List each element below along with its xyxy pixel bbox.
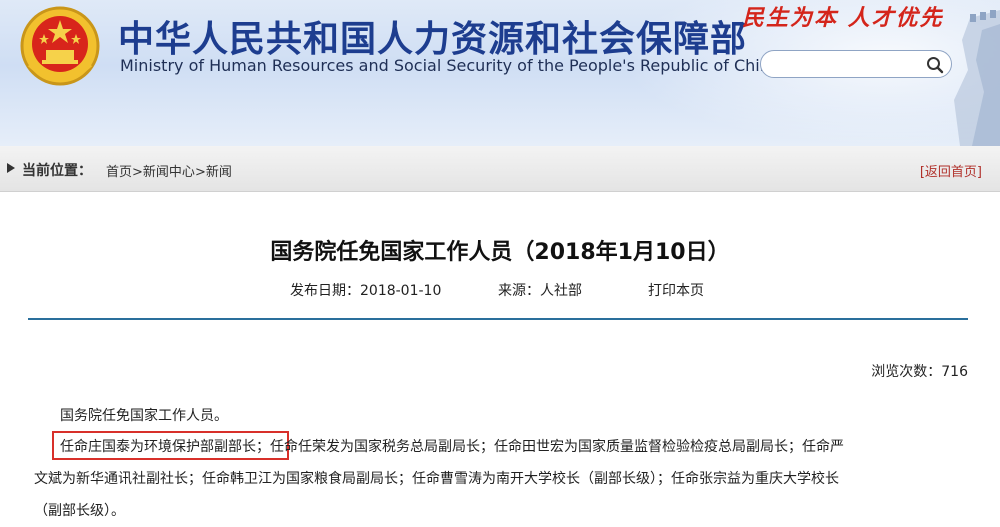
site-title-chinese: 中华人民共和国人力资源和社会保障部 <box>118 19 748 60</box>
publish-date-label: 发布日期： <box>290 283 360 299</box>
publish-date: 发布日期：2018-01-10 <box>290 280 441 300</box>
source-value: 人社部 <box>540 283 582 299</box>
article-line-1: 任命庄国泰为环境保护部副部长；任命任荣发为国家税务总局副局长；任命田世宏为国家质… <box>60 436 844 456</box>
breadcrumb-home-link[interactable]: 首页 <box>106 165 132 180</box>
header-banner: 中华人民共和国人力资源和社会保障部 Ministry of Human Reso… <box>0 0 1000 146</box>
search-input[interactable] <box>773 55 923 73</box>
breadcrumb-separator: > <box>194 165 206 180</box>
search-box <box>760 50 952 78</box>
triangle-right-icon <box>7 163 15 173</box>
article-source: 来源：人社部 <box>498 280 582 300</box>
view-count-label: 浏览次数： <box>871 364 942 380</box>
highlighted-appointment: 任命庄国泰为环境保护部副部长 <box>60 439 256 455</box>
breadcrumb-news-center-link[interactable]: 新闻中心 <box>143 165 195 180</box>
national-emblem-icon <box>20 6 100 86</box>
article-line-3: （副部长级）。 <box>34 503 125 519</box>
slogan: 民生为本 人才优先 <box>742 5 944 31</box>
view-count-value: 716 <box>941 364 968 380</box>
site-title-english: Ministry of Human Resources and Social S… <box>120 56 780 75</box>
breadcrumb-news-link[interactable]: 新闻 <box>206 165 232 180</box>
view-count: 浏览次数：716 <box>871 361 968 381</box>
breadcrumb-separator: > <box>132 165 143 180</box>
article-line-1-rest: ；任命任荣发为国家税务总局副局长；任命田世宏为国家质量监督检验检疫总局副局长；任… <box>256 439 844 455</box>
breadcrumb-bar: 当前位置： 首页>新闻中心>新闻 [返回首页] <box>0 146 1000 192</box>
breadcrumb-label: 当前位置： <box>22 163 92 179</box>
article-title: 国务院任免国家工作人员（2018年1月10日） <box>270 240 730 265</box>
title-divider <box>28 318 968 320</box>
back-home-link[interactable]: [返回首页] <box>920 161 982 180</box>
publish-date-value: 2018-01-10 <box>360 283 442 299</box>
breadcrumb: 首页>新闻中心>新闻 <box>106 161 232 180</box>
article-line-2: 文斌为新华通讯社副社长；任命韩卫江为国家粮食局副局长；任命曹雪涛为南开大学校长（… <box>34 471 839 487</box>
print-page-link[interactable]: 打印本页 <box>648 280 704 300</box>
search-icon[interactable] <box>925 55 945 75</box>
article-intro: 国务院任免国家工作人员。 <box>60 408 228 424</box>
source-label: 来源： <box>498 283 540 299</box>
